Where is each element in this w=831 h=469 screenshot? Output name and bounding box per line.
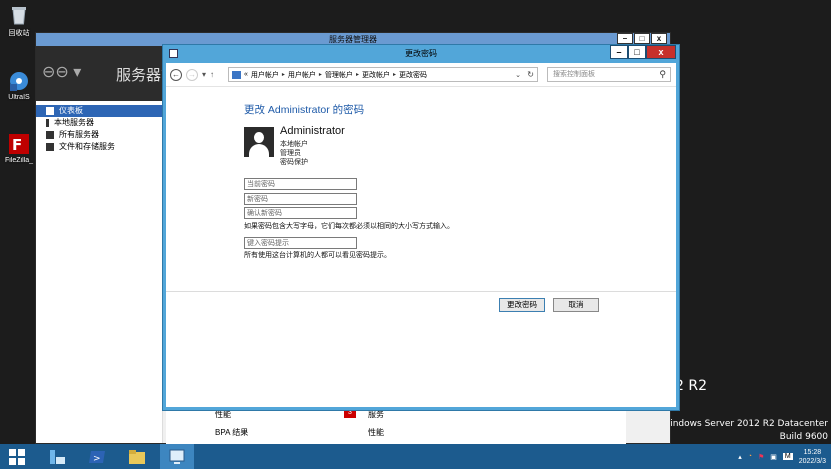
start-button[interactable] (0, 444, 34, 469)
close-button[interactable]: x (646, 45, 676, 59)
chevron-right-icon[interactable]: ▸ (319, 71, 322, 78)
start-icon (9, 448, 25, 465)
back-icon[interactable]: ← (170, 68, 182, 81)
taskbar-control-panel[interactable] (160, 444, 194, 469)
recycle-bin-icon (12, 7, 26, 25)
breadcrumb-item[interactable]: 更改帐户 (362, 70, 390, 80)
divider (166, 291, 676, 292)
dialog-titlebar[interactable]: 更改密码 – □ x (163, 45, 679, 63)
sidebar-item-all-servers[interactable]: 所有服务器 (36, 129, 162, 141)
dashboard-tiles: 性能 BPA 结果 3 服务 性能 (166, 407, 626, 447)
server-manager-sidebar: 仪表板 本地服务器 所有服务器 文件和存储服务 (36, 101, 163, 443)
clock-time: 15:28 (803, 448, 822, 456)
minimize-button[interactable]: – (610, 45, 628, 59)
password-hint-field[interactable] (244, 237, 357, 249)
filezilla-icon: F (9, 134, 29, 154)
explorer-icon (129, 449, 145, 464)
desktop-icon-label: FileZilla_ (4, 157, 33, 164)
confirm-password-field[interactable] (244, 207, 357, 219)
os-watermark-build: Build 9600 (779, 432, 828, 442)
new-password-field[interactable] (244, 193, 357, 205)
taskbar: > ▴ ◔ ⚑ ▣ M 15:28 2022/3/3 (0, 444, 831, 469)
desktop-icon-recycle-bin[interactable]: 回收站 (2, 4, 36, 38)
show-hidden-icons-icon[interactable]: ▴ (738, 453, 742, 461)
sidebar-item-label: 所有服务器 (59, 130, 99, 139)
search-icon[interactable]: ⚲ (659, 68, 666, 81)
cancel-button[interactable]: 取消 (553, 298, 599, 312)
refresh-icon[interactable]: ↻ (527, 70, 534, 79)
system-tray: ▴ ◔ ⚑ ▣ M 15:28 2022/3/3 (738, 444, 826, 469)
chevron-right-icon[interactable]: ▸ (356, 71, 359, 78)
sidebar-item-local-server[interactable]: 本地服务器 (36, 117, 162, 129)
desktop-icon-label: 回收站 (8, 30, 30, 37)
recent-pages-icon[interactable]: ▾ (202, 70, 206, 79)
search-placeholder: 搜索控制面板 (553, 71, 595, 78)
sidebar-item-dashboard[interactable]: 仪表板 (36, 105, 162, 117)
desktop-icon-label: UltraIS (8, 94, 30, 101)
input-language-indicator[interactable]: M (782, 453, 793, 460)
up-icon[interactable]: ↑ (210, 70, 214, 79)
ultraiso-icon (10, 72, 28, 91)
address-bar-row: ← → ▾ ↑ « 用户帐户 ▸ 用户帐户 ▸ 管理帐户 ▸ 更改帐户 ▸ 更改… (166, 63, 676, 87)
servers-icon (46, 131, 54, 139)
sidebar-item-label: 文件和存储服务 (59, 142, 115, 151)
monitor-icon[interactable]: ▣ (770, 453, 777, 461)
os-watermark-name: Windows Server 2012 R2 Datacenter (661, 419, 828, 429)
svg-text:F: F (12, 136, 22, 154)
server-manager-icon (50, 449, 65, 464)
back-forward-icon[interactable]: ⊖⊖ ▾ (42, 62, 81, 82)
maximize-button[interactable]: □ (634, 33, 650, 44)
taskbar-server-manager[interactable] (40, 444, 74, 469)
chevron-down-icon[interactable]: ⌄ (515, 71, 521, 79)
breadcrumb-overflow[interactable]: « (244, 71, 248, 78)
control-panel-icon (169, 49, 178, 58)
breadcrumb-item[interactable]: 更改密码 (399, 70, 427, 80)
taskbar-file-explorer[interactable] (120, 444, 154, 469)
breadcrumb-item[interactable]: 管理帐户 (325, 70, 353, 80)
chevron-right-icon[interactable]: ▸ (282, 71, 285, 78)
taskbar-powershell[interactable]: > (80, 444, 114, 469)
hint-visibility-note: 所有使用这台计算机的人都可以看见密码提示。 (244, 252, 391, 259)
chevron-right-icon[interactable]: ▸ (393, 71, 396, 78)
powershell-icon: > (89, 450, 105, 464)
address-bar[interactable]: « 用户帐户 ▸ 用户帐户 ▸ 管理帐户 ▸ 更改帐户 ▸ 更改密码 ⌄ ↻ (228, 67, 538, 82)
control-panel-icon (169, 449, 185, 464)
sidebar-item-label: 仪表板 (59, 106, 83, 115)
close-button[interactable]: x (651, 33, 667, 44)
account-protection: 密码保护 (280, 159, 308, 166)
desktop-icon-ultraiso[interactable]: UltraIS (2, 70, 36, 101)
desktop-icon-filezilla[interactable]: F FileZilla_ (2, 133, 36, 164)
change-password-button[interactable]: 更改密码 (499, 298, 545, 312)
window-title: 服务器管理器 (329, 35, 377, 44)
forward-icon[interactable]: → (186, 68, 198, 81)
clock[interactable]: 15:28 2022/3/3 (799, 448, 826, 466)
tile-link-performance-2[interactable]: 性能 (368, 427, 384, 438)
sidebar-item-label: 本地服务器 (54, 118, 94, 127)
change-password-form: 更改 Administrator 的密码 Administrator 本地帐户 … (166, 87, 676, 407)
action-center-icon[interactable]: ⚑ (758, 453, 764, 461)
breadcrumb-item[interactable]: 用户帐户 (251, 70, 279, 80)
current-password-field[interactable] (244, 178, 357, 190)
network-icon[interactable]: ◔ (748, 453, 752, 460)
dialog-body: ← → ▾ ↑ « 用户帐户 ▸ 用户帐户 ▸ 管理帐户 ▸ 更改帐户 ▸ 更改… (166, 63, 676, 407)
account-name: Administrator (280, 125, 345, 137)
dashboard-icon (46, 107, 54, 115)
page-title: 更改 Administrator 的密码 (244, 104, 365, 116)
server-icon (46, 119, 49, 127)
search-input[interactable]: 搜索控制面板 ⚲ (547, 67, 671, 82)
case-sensitivity-note: 如果密码包含大写字母，它们每次都必须以相同的大小写方式输入。 (244, 223, 454, 230)
avatar (244, 127, 274, 157)
breadcrumb-item[interactable]: 用户帐户 (288, 70, 316, 80)
change-password-window: 更改密码 – □ x ← → ▾ ↑ « 用户帐户 ▸ 用户帐户 ▸ 管理帐户 … (162, 44, 680, 411)
storage-icon (46, 143, 54, 151)
tile-link-bpa[interactable]: BPA 结果 (215, 427, 248, 438)
clock-date: 2022/3/3 (798, 457, 826, 465)
dialog-title: 更改密码 (405, 49, 437, 58)
folder-icon (232, 70, 241, 79)
minimize-button[interactable]: – (617, 33, 633, 44)
maximize-button[interactable]: □ (628, 45, 646, 59)
sidebar-item-file-storage[interactable]: 文件和存储服务 (36, 141, 162, 153)
svg-text:>: > (93, 454, 101, 464)
